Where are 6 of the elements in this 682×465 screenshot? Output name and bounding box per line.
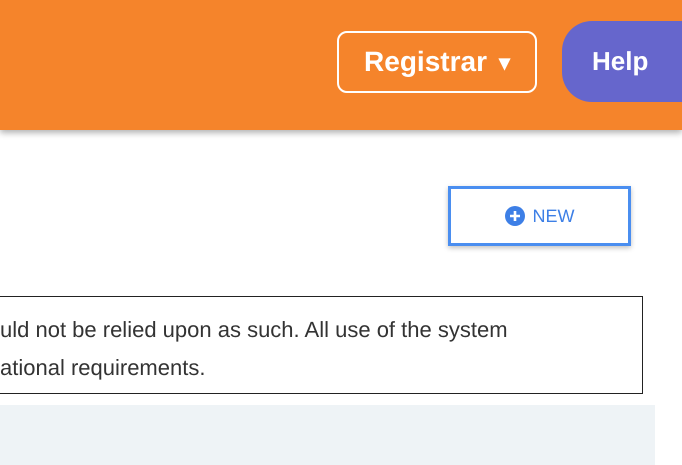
plus-circle-icon: [504, 206, 524, 226]
help-button[interactable]: Help: [562, 21, 682, 102]
new-button[interactable]: NEW: [448, 186, 631, 246]
notice-text: uld not be relied upon as such. All use of the system: [0, 316, 508, 344]
registrar-menu[interactable]: Registrar ▾: [337, 31, 537, 93]
notice-text: ational requirements.: [0, 354, 206, 382]
